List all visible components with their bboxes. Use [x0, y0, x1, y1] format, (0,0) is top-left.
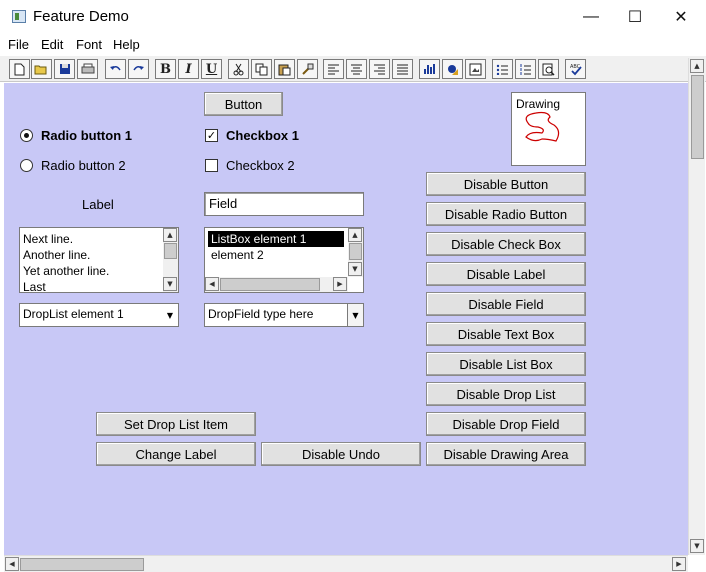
disable-label-button[interactable]: Disable Label — [426, 262, 586, 286]
list-box-item-selected[interactable]: ListBox element 1 — [208, 231, 344, 247]
title-bar: Feature Demo — ☐ ✕ — [0, 0, 706, 34]
minimize-button[interactable]: — — [568, 0, 614, 34]
drop-list[interactable]: DropList element 1 ▼ — [19, 303, 179, 327]
radio-button-2[interactable] — [20, 159, 33, 172]
scroll-up-icon[interactable]: ▲ — [690, 59, 704, 73]
drop-list-value: DropList element 1 — [23, 307, 124, 321]
window-vscrollbar[interactable]: ▲ ▼ — [688, 58, 705, 555]
text-box-scrollbar[interactable]: ▲ ▼ — [163, 228, 178, 292]
align-right-icon[interactable] — [369, 59, 390, 79]
checkbox-2-label: Checkbox 2 — [226, 158, 295, 173]
set-drop-list-item-button[interactable]: Set Drop List Item — [96, 412, 256, 436]
scroll-right-icon[interactable]: ▶ — [672, 557, 686, 571]
scroll-up-icon[interactable]: ▲ — [163, 228, 177, 242]
menu-font[interactable]: Font — [76, 37, 102, 52]
align-center-icon[interactable] — [346, 59, 367, 79]
underline-icon[interactable]: U — [201, 59, 222, 79]
scroll-left-icon[interactable]: ◀ — [5, 557, 19, 571]
chevron-down-icon[interactable]: ▼ — [162, 304, 178, 326]
text-box-line: Last — [23, 280, 46, 293]
scroll-down-icon[interactable]: ▼ — [163, 277, 177, 291]
list-box-hscrollbar[interactable]: ◀ ▶ — [205, 277, 348, 292]
checkbox-2[interactable] — [205, 159, 218, 172]
scroll-thumb[interactable] — [220, 278, 320, 291]
chevron-down-icon[interactable]: ▼ — [347, 304, 363, 326]
drawing-area[interactable]: Drawing — [511, 92, 586, 166]
disable-drop-field-button[interactable]: Disable Drop Field — [426, 412, 586, 436]
disable-drop-list-button[interactable]: Disable Drop List — [426, 382, 586, 406]
disable-drawing-area-button[interactable]: Disable Drawing Area — [426, 442, 586, 466]
list-box-vscrollbar[interactable]: ▲ ▼ — [348, 228, 363, 277]
align-left-icon[interactable] — [323, 59, 344, 79]
text-box[interactable]: Next line. Another line. Yet another lin… — [19, 227, 179, 293]
print-icon[interactable] — [77, 59, 98, 79]
disable-list-box-button[interactable]: Disable List Box — [426, 352, 586, 376]
undo-icon[interactable] — [105, 59, 126, 79]
scroll-up-icon[interactable]: ▲ — [348, 228, 362, 242]
scroll-thumb[interactable] — [691, 75, 704, 159]
spellcheck-icon[interactable]: ABC — [565, 59, 586, 79]
scroll-thumb[interactable] — [349, 243, 362, 260]
open-icon[interactable] — [31, 59, 52, 79]
disable-button-button[interactable]: Disable Button — [426, 172, 586, 196]
scroll-left-icon[interactable]: ◀ — [205, 277, 219, 291]
radio-button-2-label: Radio button 2 — [41, 158, 126, 173]
insert-object-icon[interactable] — [442, 59, 463, 79]
disable-radio-button-button[interactable]: Disable Radio Button — [426, 202, 586, 226]
scroll-down-icon[interactable]: ▼ — [690, 539, 704, 553]
drawing-canvas — [525, 111, 560, 142]
copy-icon[interactable] — [251, 59, 272, 79]
save-icon[interactable] — [54, 59, 75, 79]
new-icon[interactable] — [9, 59, 30, 79]
scroll-thumb[interactable] — [20, 558, 144, 571]
bullet-list-icon[interactable] — [492, 59, 513, 79]
scroll-right-icon[interactable]: ▶ — [333, 277, 347, 291]
window-hscrollbar[interactable]: ◀ ▶ — [4, 555, 688, 572]
checkbox-1-label: Checkbox 1 — [226, 128, 299, 143]
cut-icon[interactable] — [228, 59, 249, 79]
change-label-button[interactable]: Change Label — [96, 442, 256, 466]
close-button[interactable]: ✕ — [658, 0, 704, 34]
list-box-item[interactable]: element 2 — [208, 247, 363, 263]
checkbox-1[interactable]: ✓ — [205, 129, 218, 142]
text-box-line: Next line. — [23, 232, 74, 246]
drop-field[interactable]: DropField type here ▼ — [204, 303, 364, 327]
maximize-button[interactable]: ☐ — [612, 0, 658, 34]
justify-icon[interactable] — [392, 59, 413, 79]
text-box-line: Another line. — [23, 248, 91, 262]
radio-button-1[interactable] — [20, 129, 33, 142]
print-preview-icon[interactable] — [538, 59, 559, 79]
disable-text-box-button[interactable]: Disable Text Box — [426, 322, 586, 346]
menu-help[interactable]: Help — [113, 37, 140, 52]
disable-check-box-button[interactable]: Disable Check Box — [426, 232, 586, 256]
scroll-thumb[interactable] — [164, 243, 177, 259]
radio-button-1-label: Radio button 1 — [41, 128, 132, 143]
redo-icon[interactable] — [128, 59, 149, 79]
drop-field-value[interactable]: DropField type here — [208, 307, 313, 321]
italic-icon[interactable]: I — [178, 59, 199, 79]
menu-bar: File Edit Font Help — [0, 34, 706, 56]
disable-field-button[interactable]: Disable Field — [426, 292, 586, 316]
bold-icon[interactable]: B — [155, 59, 176, 79]
image-icon[interactable] — [465, 59, 486, 79]
list-box[interactable]: ListBox element 1 element 2 ▲ ▼ ◀ ▶ — [204, 227, 364, 293]
disable-undo-button[interactable]: Disable Undo — [261, 442, 421, 466]
client-area: Button Drawing Radio button 1 Radio butt… — [4, 83, 688, 555]
scroll-down-icon[interactable]: ▼ — [348, 262, 362, 276]
chart-icon[interactable] — [419, 59, 440, 79]
window-title: Feature Demo — [33, 8, 129, 25]
paste-icon[interactable] — [274, 59, 295, 79]
text-box-line: Yet another line. — [23, 264, 110, 278]
toolbar: B I U ABC — [0, 56, 706, 82]
menu-file[interactable]: File — [8, 37, 29, 52]
text-field[interactable]: Field — [204, 192, 364, 216]
label-text: Label — [82, 197, 114, 212]
app-icon — [12, 10, 26, 23]
demo-button[interactable]: Button — [204, 92, 283, 116]
format-painter-icon[interactable] — [297, 59, 318, 79]
menu-edit[interactable]: Edit — [41, 37, 63, 52]
numbered-list-icon[interactable] — [515, 59, 536, 79]
